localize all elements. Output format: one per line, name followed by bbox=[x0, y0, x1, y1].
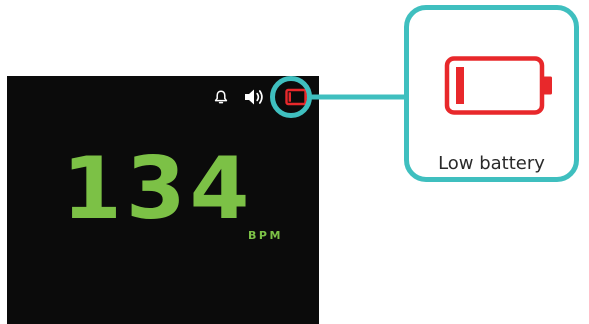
monitor-screen: 134 BPM bbox=[7, 76, 319, 324]
bpm-unit-label: BPM bbox=[248, 229, 283, 242]
callout-label: Low battery bbox=[438, 153, 545, 174]
battery-low-icon bbox=[444, 56, 552, 115]
status-bar bbox=[214, 87, 314, 109]
battery-low-icon[interactable] bbox=[285, 88, 311, 106]
bpm-value: 134 bbox=[62, 139, 254, 239]
speaker-icon bbox=[245, 89, 263, 105]
callout-card: Low battery bbox=[404, 5, 579, 182]
bell-icon bbox=[214, 90, 228, 104]
